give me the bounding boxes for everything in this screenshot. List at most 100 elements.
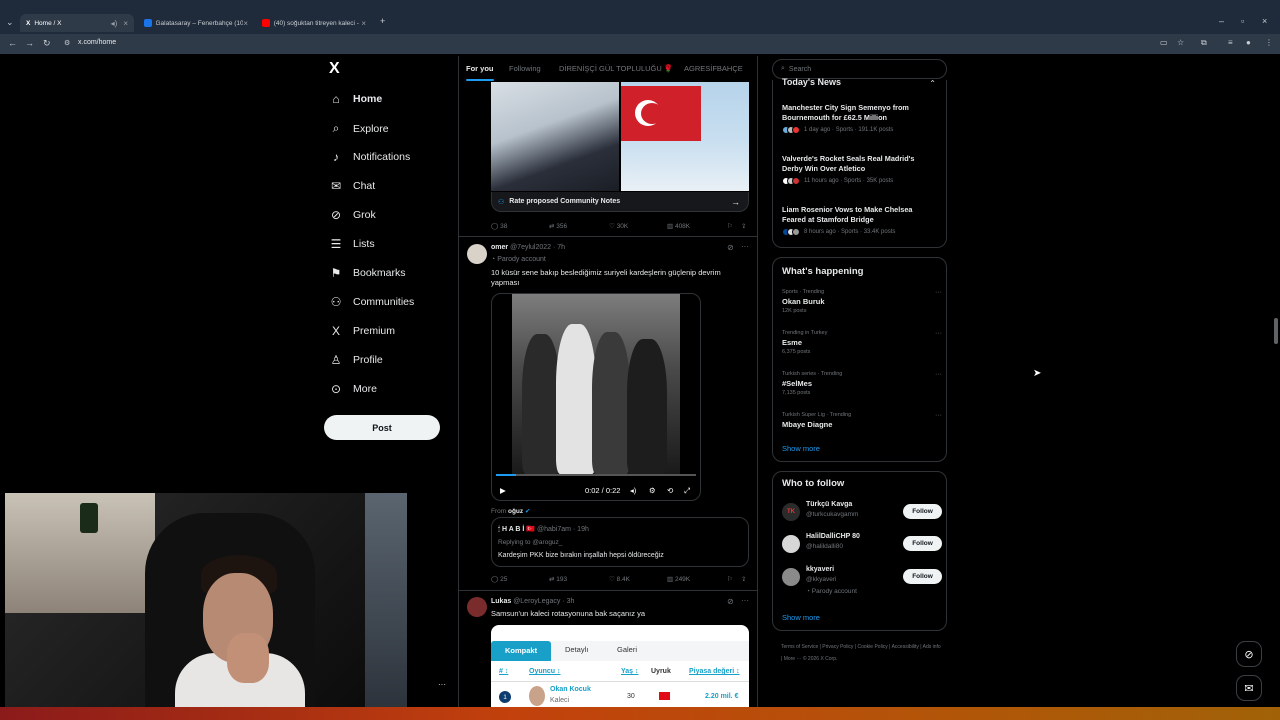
volume-icon[interactable]: ◂) <box>630 486 636 495</box>
trend-category: Turkish series · Trending <box>782 371 843 377</box>
sidebar-item-notifications[interactable]: ♪ Notifications <box>328 150 410 164</box>
sidebar-item-grok[interactable]: ⊘ Grok <box>328 208 376 222</box>
footer-links[interactable]: Terms of Service | Privacy Policy | Cook… <box>781 641 941 665</box>
video-player[interactable]: ▶ 0:02 / 0:22 ◂) ⚙ ⟲ ⤢ <box>491 293 701 501</box>
sidebar-item-communities[interactable]: ⚇ Communities <box>328 295 415 309</box>
show-more-link[interactable]: Show more <box>782 444 820 453</box>
settings-icon[interactable]: ⚙ <box>649 486 656 495</box>
post-button[interactable]: Post <box>324 415 440 440</box>
more-dots-icon[interactable]: ··· <box>935 371 942 378</box>
news-item[interactable]: Liam Rosenior Vows to Make Chelsea Feare… <box>782 205 932 236</box>
maximize-icon[interactable]: ▫ <box>1241 16 1244 26</box>
minimize-icon[interactable]: – <box>1219 16 1224 26</box>
avatar[interactable] <box>467 244 487 264</box>
grok-icon[interactable]: ⊘ <box>727 243 734 252</box>
share-icon[interactable]: ⇪ <box>741 222 746 230</box>
fullscreen-icon[interactable]: ⤢ <box>684 486 690 496</box>
more-dots-icon[interactable]: ··· <box>935 412 942 419</box>
extensions-icon[interactable]: ⧉ <box>1201 38 1207 48</box>
sidebar-item-more[interactable]: ⊙ More <box>328 382 377 396</box>
reply-button[interactable]: ◯ 25 <box>491 575 507 583</box>
profile-avatar-icon[interactable]: ● <box>1246 38 1251 47</box>
repost-button[interactable]: ⇄ 193 <box>549 575 567 583</box>
tab-following[interactable]: Following <box>509 64 541 73</box>
follow-button[interactable]: Follow <box>903 504 942 519</box>
show-more-link[interactable]: Show more <box>782 613 820 622</box>
tab-community-2[interactable]: AGRESİFBAHÇE <box>684 64 743 73</box>
sidebar-item-profile[interactable]: ♙ Profile <box>328 353 383 367</box>
url-field[interactable]: x.com/home <box>78 39 116 46</box>
menu-dots-icon[interactable]: ⋮ <box>1265 38 1273 47</box>
news-item[interactable]: Valverde's Rocket Seals Real Madrid's De… <box>782 154 932 185</box>
follow-suggestion[interactable]: HalilDalliCHP 80 @halildalli80 Follow <box>782 533 942 559</box>
reply-button[interactable]: ◯ 38 <box>491 222 507 230</box>
browser-tab-galatasaray[interactable]: Galatasaray – Fenerbahçe (10.0 × <box>138 14 254 32</box>
close-window-icon[interactable]: × <box>1262 16 1267 26</box>
back-icon[interactable]: ← <box>8 38 17 48</box>
follow-button[interactable]: Follow <box>903 569 942 584</box>
forward-icon[interactable]: → <box>25 38 34 48</box>
messages-fab-icon[interactable]: ✉ <box>1236 675 1262 701</box>
more-dots-icon[interactable]: ··· <box>935 330 942 337</box>
community-notes-bar[interactable]: ⚇ Rate proposed Community Notes → <box>491 192 749 212</box>
sidebar-item-premium[interactable]: X Premium <box>328 324 395 338</box>
sidebar-item-lists[interactable]: ☰ Lists <box>328 237 375 251</box>
follow-suggestion[interactable]: kkyaveri @kkyaveri ◔ Parody account Foll… <box>782 566 942 598</box>
quoted-post[interactable]: 🕯 H A B İ 🇹🇷 @habi7am · 19h Replying to … <box>491 517 749 567</box>
author-name[interactable]: omer <box>491 244 508 251</box>
follow-suggestion[interactable]: TK Türkçü Kavga @turkcukavgamm Follow <box>782 501 942 527</box>
reload-icon[interactable]: ↻ <box>43 38 51 49</box>
bookmark-icon[interactable]: ⚐ <box>727 222 733 230</box>
like-button[interactable]: ♡ 8.4K <box>609 575 630 583</box>
sidebar-item-bookmarks[interactable]: ⚑ Bookmarks <box>328 266 406 280</box>
play-icon[interactable]: ▶ <box>500 486 506 495</box>
bookmark-icon[interactable]: ⚐ <box>727 575 733 583</box>
more-dots-icon[interactable]: ··· <box>741 242 749 251</box>
views-button[interactable]: ▥ 249K <box>667 575 690 583</box>
from-name[interactable]: oğuz <box>508 508 523 515</box>
site-info-icon[interactable]: ⚙ <box>64 39 70 47</box>
avatar[interactable] <box>467 597 487 617</box>
like-button[interactable]: ♡ 30K <box>609 222 628 230</box>
panel-title: Who to follow <box>782 478 845 489</box>
sidebar-item-home[interactable]: ⌂ Home <box>328 92 382 106</box>
trend-item[interactable]: Turkish series · Trending #SelMes 7,135 … <box>782 371 942 396</box>
trend-item[interactable]: Trending in Turkey Esme 6,375 posts ··· <box>782 330 942 355</box>
sidebar-item-label: Profile <box>353 354 383 366</box>
x-logo-icon[interactable]: X <box>329 60 340 78</box>
grok-fab-icon[interactable]: ⊘ <box>1236 641 1262 667</box>
browser-tab-home[interactable]: X Home / X ◂) × <box>20 14 134 32</box>
grok-icon[interactable]: ⊘ <box>727 597 734 606</box>
post-image[interactable] <box>491 82 749 191</box>
tab-search-icon[interactable]: ⌄ <box>6 17 14 28</box>
views-button[interactable]: ▥ 408K <box>667 222 690 230</box>
close-tab-icon[interactable]: × <box>123 19 128 28</box>
search-input[interactable]: ⌕ Search <box>772 59 947 79</box>
account-more-icon[interactable]: ··· <box>438 680 446 689</box>
sidebar-item-chat[interactable]: ✉ Chat <box>328 179 375 193</box>
cast-icon[interactable]: ▭ <box>1160 38 1168 47</box>
follow-button[interactable]: Follow <box>903 536 942 551</box>
repost-button[interactable]: ⇄ 356 <box>549 222 567 230</box>
tab-community-1[interactable]: DİRENİŞÇİ GÜL TOPLULUĞU 🌹 <box>559 64 673 73</box>
trend-item[interactable]: Turkish Super Lig · Trending Mbaye Diagn… <box>782 412 942 429</box>
trend-item[interactable]: Sports · Trending Okan Buruk 12K posts ·… <box>782 289 942 314</box>
news-item[interactable]: Manchester City Sign Semenyo from Bourne… <box>782 103 932 134</box>
sidebar-item-explore[interactable]: ⌕ Explore <box>328 121 389 136</box>
post-image-table[interactable]: Kompakt Detaylı Galeri # ↕ Oyuncu ↕ Yaş … <box>491 625 749 720</box>
close-tab-icon[interactable]: × <box>243 19 248 28</box>
new-tab-button[interactable]: + <box>380 16 385 26</box>
chevron-up-icon[interactable]: ⌃ <box>929 79 936 88</box>
media-icon[interactable]: ≡ <box>1228 38 1233 47</box>
bookmark-star-icon[interactable]: ☆ <box>1177 38 1184 47</box>
browser-tab-youtube[interactable]: (40) soğuktan titreyen kaleci - Y × <box>256 14 372 32</box>
loop-icon[interactable]: ⟲ <box>667 486 673 495</box>
scrollbar[interactable] <box>1274 318 1278 344</box>
author-name[interactable]: Lukas <box>491 598 511 605</box>
more-dots-icon[interactable]: ··· <box>741 596 749 605</box>
close-tab-icon[interactable]: × <box>361 19 366 28</box>
share-icon[interactable]: ⇪ <box>741 575 746 583</box>
more-dots-icon[interactable]: ··· <box>935 289 942 296</box>
tab-for-you[interactable]: For you <box>466 64 494 73</box>
webcam-background <box>365 493 407 720</box>
